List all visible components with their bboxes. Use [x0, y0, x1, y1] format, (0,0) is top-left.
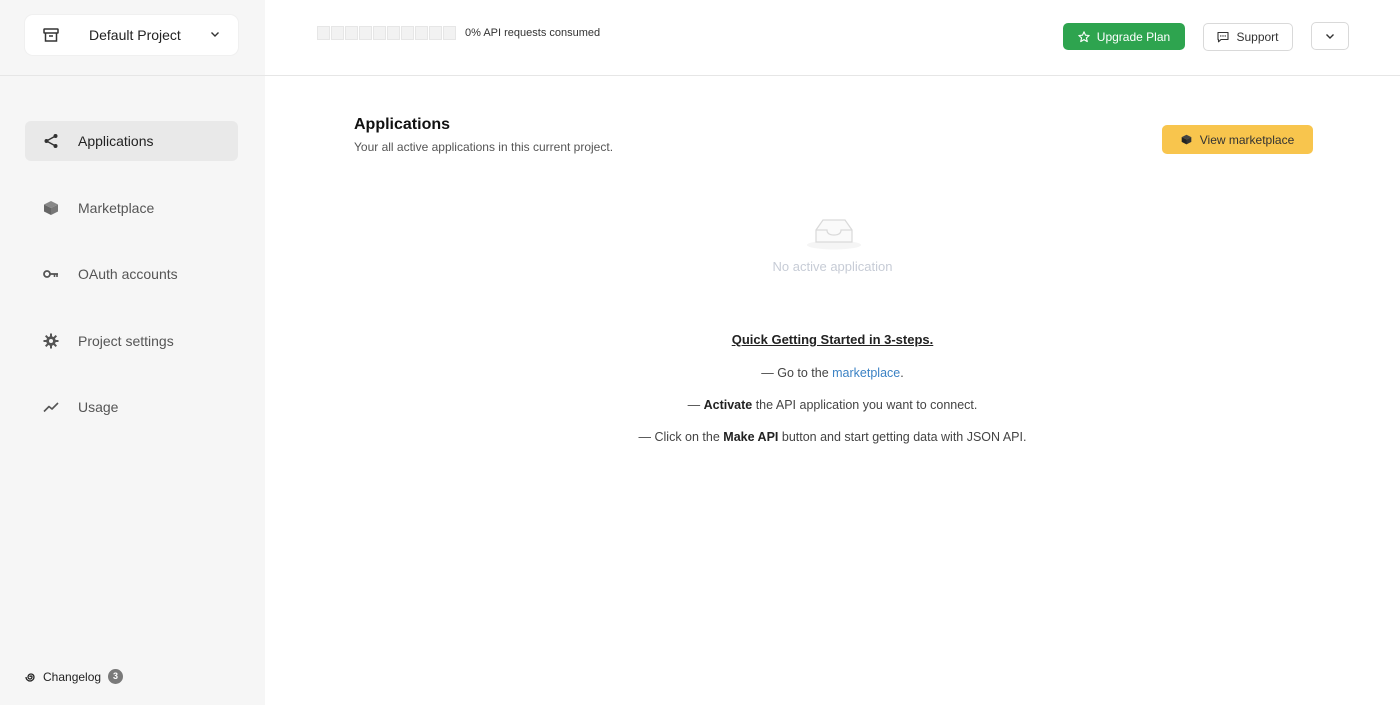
- page-title: Applications: [354, 116, 451, 133]
- sidebar-item-usage[interactable]: Usage: [25, 387, 238, 427]
- usage-progress-bar: [317, 26, 456, 40]
- step-text: .: [900, 366, 904, 380]
- sidebar-item-marketplace[interactable]: Marketplace: [25, 188, 238, 228]
- quickstart-step-2: — Activate the API application you want …: [265, 398, 1400, 412]
- chevron-down-icon: [1326, 34, 1334, 39]
- usage-progress-segment: [373, 26, 386, 40]
- usage-progress-segment: [345, 26, 358, 40]
- usage-progress-segment: [359, 26, 372, 40]
- api-usage-meter: 0% API requests consumed: [317, 26, 600, 40]
- quickstart-step-1: — Go to the marketplace.: [265, 366, 1400, 380]
- spiral-icon: [25, 672, 35, 682]
- empty-state-text: No active application: [772, 259, 893, 274]
- trend-line-icon: [43, 402, 59, 413]
- view-marketplace-label: View marketplace: [1199, 132, 1295, 147]
- page-subtitle: Your all active applications in this cur…: [354, 140, 614, 154]
- usage-progress-segment: [331, 26, 344, 40]
- changelog-count-badge: 3: [108, 669, 124, 684]
- sidebar-header: Default Project: [0, 0, 265, 76]
- step-text: —: [687, 398, 704, 412]
- cube-icon: [44, 200, 58, 215]
- key-icon: [43, 270, 58, 278]
- project-selector[interactable]: Default Project: [25, 15, 238, 55]
- sidebar-item-label: Usage: [78, 399, 119, 415]
- step-text: the API application you want to connect.: [752, 398, 978, 412]
- usage-progress-segment: [415, 26, 428, 40]
- upgrade-plan-button[interactable]: Upgrade Plan: [1063, 23, 1185, 50]
- usage-progress-segment: [401, 26, 414, 40]
- changelog-link[interactable]: Changelog 3: [25, 669, 124, 684]
- project-name: Default Project: [89, 27, 181, 43]
- quickstart-title: Quick Getting Started in 3-steps.: [731, 332, 934, 347]
- step-emphasis: Activate: [703, 398, 753, 412]
- empty-inbox-icon: [807, 219, 861, 250]
- top-bar: 0% API requests consumed Upgrade Plan Su…: [265, 0, 1400, 76]
- view-marketplace-button[interactable]: View marketplace: [1162, 125, 1313, 154]
- cube-icon: [1181, 134, 1192, 145]
- sidebar-item-label: Marketplace: [78, 199, 155, 216]
- sidebar-item-project-settings[interactable]: Project settings: [25, 321, 238, 361]
- support-button[interactable]: Support: [1203, 23, 1293, 51]
- changelog-label: Changelog: [43, 669, 102, 684]
- step-emphasis: Make API: [723, 430, 779, 444]
- share-icon: [44, 134, 58, 148]
- main-content: Applications Your all active application…: [265, 77, 1400, 705]
- chevron-down-icon: [211, 32, 219, 37]
- usage-progress-segment: [317, 26, 330, 40]
- star-icon: [1078, 30, 1090, 42]
- step-text: — Go to the: [761, 366, 833, 380]
- upgrade-plan-label: Upgrade Plan: [1096, 29, 1171, 44]
- archive-box-icon: [43, 28, 59, 42]
- usage-progress-segment: [429, 26, 442, 40]
- sidebar: Default Project Applications Marketplace…: [0, 0, 265, 705]
- sidebar-nav: Applications Marketplace OAuth accounts: [25, 121, 238, 454]
- usage-progress-segment: [443, 26, 456, 40]
- support-label: Support: [1236, 30, 1279, 44]
- sidebar-item-label: OAuth accounts: [78, 266, 178, 282]
- marketplace-link[interactable]: marketplace: [832, 366, 900, 380]
- usage-progress-segment: [387, 26, 400, 40]
- gear-icon: [43, 333, 59, 348]
- account-menu-button[interactable]: [1311, 22, 1349, 50]
- usage-label: 0% API requests consumed: [465, 27, 601, 39]
- sidebar-item-oauth-accounts[interactable]: OAuth accounts: [25, 254, 238, 294]
- sidebar-item-label: Project settings: [78, 332, 174, 349]
- chat-bubble-icon: [1217, 31, 1230, 43]
- step-text: button and start getting data with JSON …: [778, 430, 1027, 444]
- sidebar-item-label: Applications: [78, 133, 154, 149]
- quickstart-step-3: — Click on the Make API button and start…: [265, 430, 1400, 444]
- step-text: — Click on the: [638, 430, 724, 444]
- sidebar-item-applications[interactable]: Applications: [25, 121, 238, 161]
